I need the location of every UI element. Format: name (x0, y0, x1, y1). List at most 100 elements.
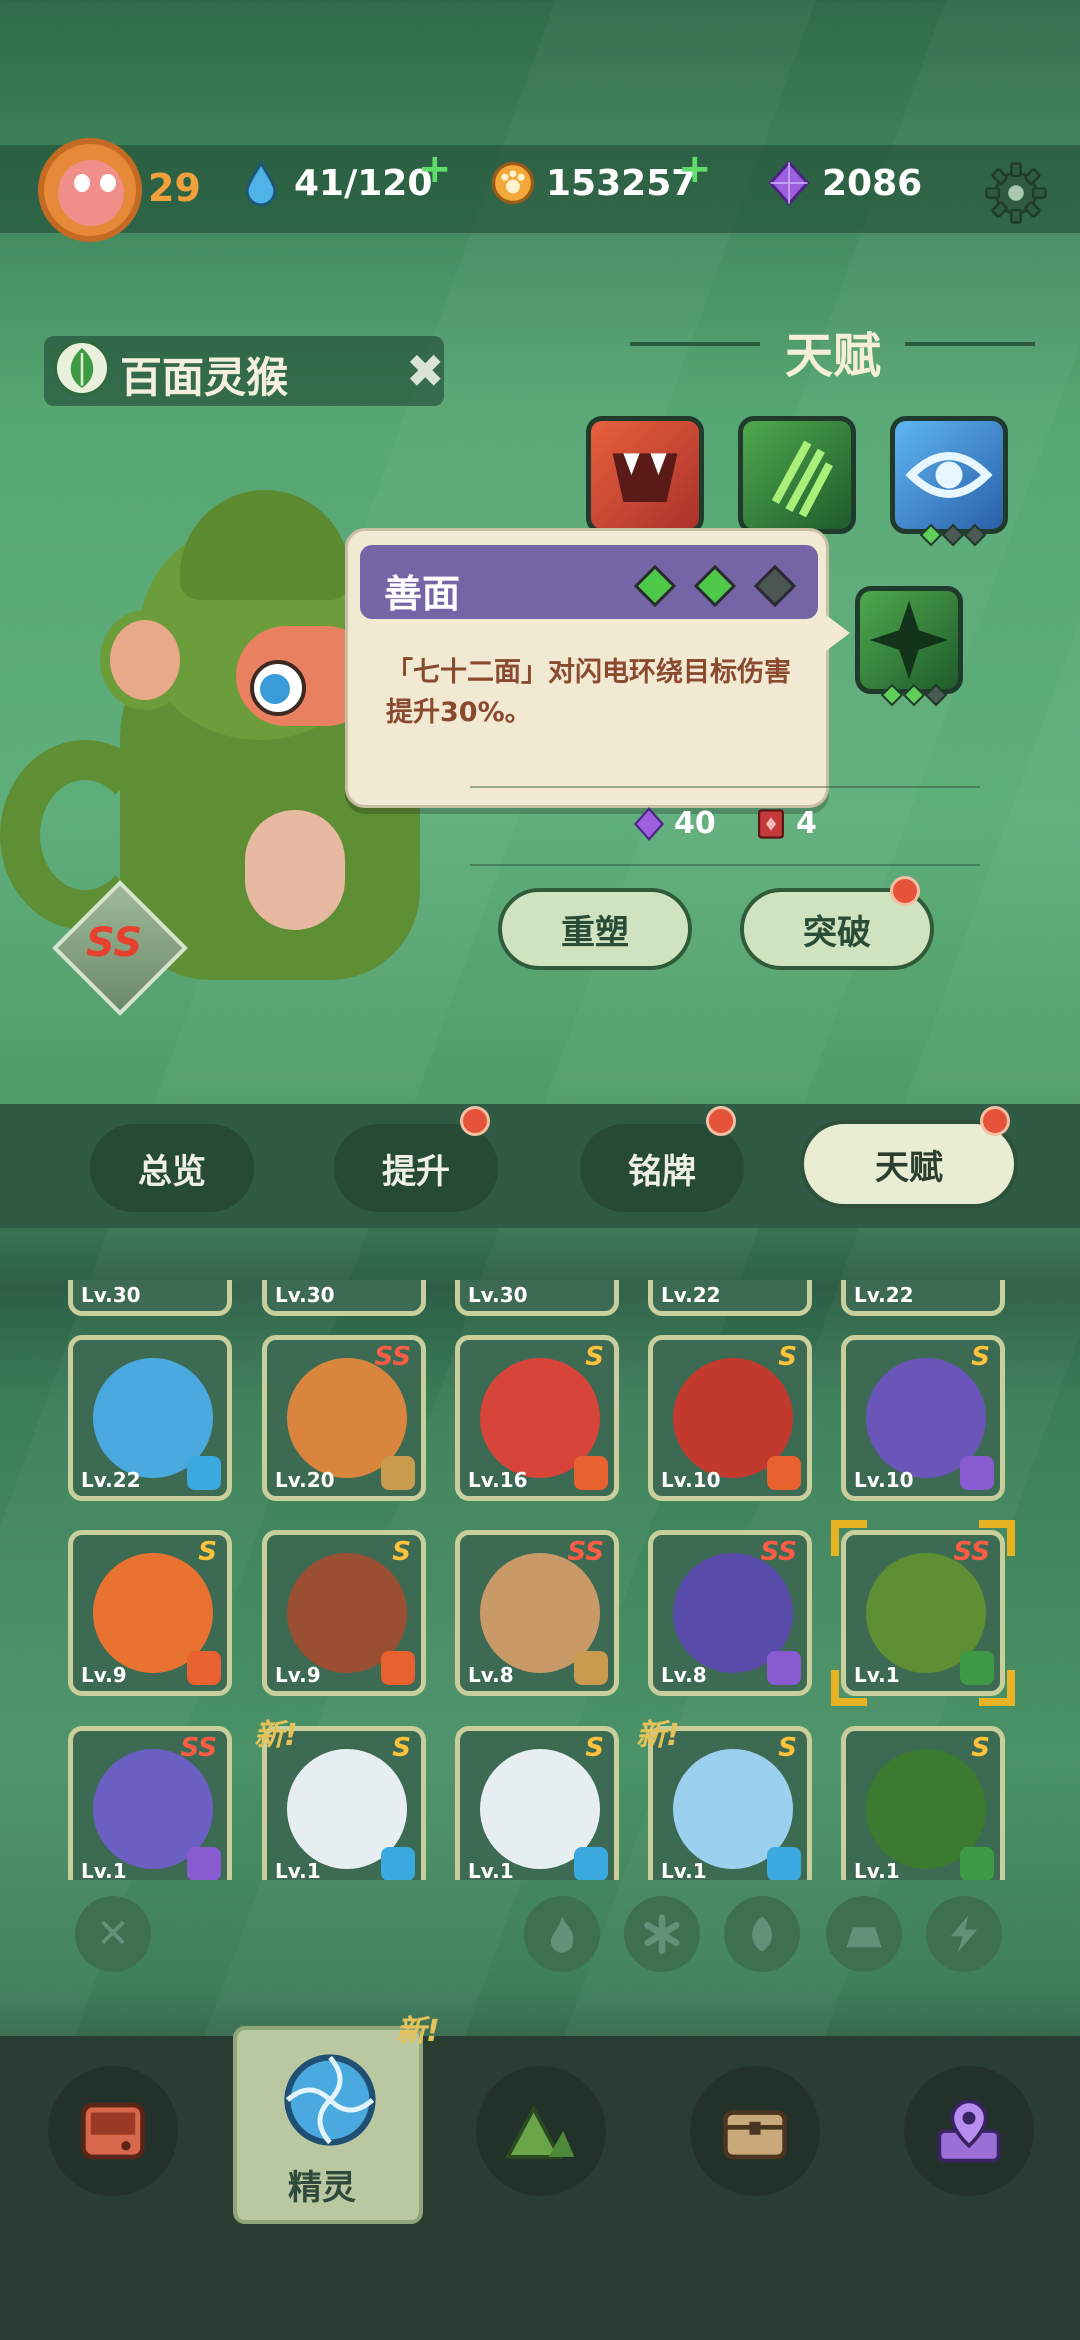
reshape-button[interactable]: 重塑 (498, 888, 692, 970)
purple-gem-icon (633, 806, 665, 841)
settings-gear-icon[interactable] (985, 162, 1047, 224)
card-rank: SS (374, 1342, 411, 1372)
card-level: Lv.10 (661, 1468, 721, 1492)
notification-dot (890, 876, 920, 906)
creature-card[interactable]: S Lv.9 (68, 1530, 232, 1696)
location-pin-icon (937, 2099, 1001, 2163)
divider-top (470, 786, 980, 788)
card-level: Lv.22 (661, 1283, 721, 1307)
selection-corner (831, 1520, 867, 1556)
leaf-element-icon (960, 1847, 994, 1880)
fire-element-icon (187, 1651, 221, 1685)
earth-icon (846, 1927, 882, 1948)
skill-fang-icon[interactable] (586, 416, 704, 534)
filter-thunder-button[interactable] (926, 1896, 1002, 1972)
device-icon (81, 2102, 145, 2160)
add-energy-button[interactable]: + (418, 146, 452, 192)
card-rank: S (971, 1733, 990, 1763)
mountain-icon (504, 2104, 575, 2159)
filter-ice-button[interactable] (624, 1896, 700, 1972)
card-level: Lv.1 (468, 1859, 514, 1880)
skill-spike-icon[interactable] (855, 586, 963, 707)
creature-card[interactable]: Lv.30 (455, 1280, 619, 1316)
fire-element-icon (767, 1456, 801, 1490)
card-rank: SS (760, 1537, 797, 1567)
creature-card[interactable]: Lv.22 (841, 1280, 1005, 1316)
filter-leaf-button[interactable] (724, 1896, 800, 1972)
ice-element-icon (767, 1847, 801, 1880)
card-level: Lv.22 (81, 1468, 141, 1492)
tooltip-title: 善面 (384, 572, 461, 616)
creature-card[interactable]: S Lv.10 (648, 1335, 812, 1501)
creature-card[interactable]: Lv.22 (68, 1335, 232, 1501)
pip-empty (963, 523, 987, 547)
creature-card[interactable]: Lv.22 (648, 1280, 812, 1316)
creature-grid: Lv.30 Lv.30 Lv.30 Lv.22 Lv.22 Lv.22 SS L… (0, 1280, 1080, 1880)
creature-card[interactable]: S Lv.16 (455, 1335, 619, 1501)
card-rank: S (971, 1342, 990, 1372)
ice-element-icon (187, 1456, 221, 1490)
rank-text: SS (86, 920, 143, 966)
card-rank: S (392, 1537, 411, 1567)
purple-gem-icon (768, 160, 810, 206)
monkey-pupil (260, 674, 290, 704)
nav-chest-button[interactable] (690, 2066, 820, 2196)
coin-counter: 153257 (490, 160, 696, 206)
add-coins-button[interactable]: + (678, 146, 712, 192)
clear-filter-button[interactable]: ✕ (75, 1896, 151, 1972)
card-level: Lv.9 (275, 1663, 321, 1687)
tab-upgrade[interactable]: 提升 (334, 1124, 498, 1212)
creature-card[interactable]: S Lv.9 (262, 1530, 426, 1696)
ice-element-icon (574, 1847, 608, 1880)
card-rank: SS (180, 1733, 217, 1763)
cost-gems-value: 40 (674, 806, 716, 841)
thunder-element-icon (960, 1456, 994, 1490)
card-level: Lv.8 (661, 1663, 707, 1687)
creature-card[interactable]: SS Lv.8 (455, 1530, 619, 1696)
pip-filled (919, 523, 943, 547)
card-level: Lv.1 (275, 1859, 321, 1880)
card-level: Lv.10 (854, 1468, 914, 1492)
creature-card[interactable]: Lv.30 (262, 1280, 426, 1316)
earth-element-icon (574, 1651, 608, 1685)
skill-claw-icon[interactable] (738, 416, 856, 534)
creature-card[interactable]: Lv.30 (68, 1280, 232, 1316)
thunder-element-icon (187, 1847, 221, 1880)
nav-location-button[interactable] (904, 2066, 1034, 2196)
skill-eye-icon[interactable] (890, 416, 1008, 547)
divider-bottom (470, 864, 980, 866)
filter-earth-button[interactable] (826, 1896, 902, 1972)
cost-gems: 40 (632, 806, 716, 841)
creature-card[interactable]: SS Lv.8 (648, 1530, 812, 1696)
creature-card[interactable]: S Lv.10 (841, 1335, 1005, 1501)
close-icon[interactable]: ✖ (406, 344, 445, 398)
card-level: Lv.30 (468, 1283, 528, 1307)
tab-overview[interactable]: 总览 (90, 1124, 254, 1212)
nav-spirit-button[interactable] (262, 2040, 392, 2170)
nav-device-button[interactable] (48, 2066, 178, 2196)
ornament-left (630, 342, 760, 346)
nav-spirit-label: 精灵 (288, 2168, 356, 2208)
avatar-eye-right (100, 174, 116, 192)
creature-card[interactable]: SS Lv.1 (68, 1726, 232, 1880)
talent-tooltip: 善面 「七十二面」对闪电环绕目标伤害提升30%。 (345, 528, 850, 808)
creature-card[interactable]: S Lv.1 (841, 1726, 1005, 1880)
card-rank: S (778, 1342, 797, 1372)
card-rank: S (585, 1733, 604, 1763)
monkey-crest (180, 490, 350, 600)
thunder-element-icon (767, 1651, 801, 1685)
nav-map-button[interactable] (476, 2066, 606, 2196)
player-avatar[interactable] (38, 138, 142, 242)
creature-card[interactable]: S Lv.1 (455, 1726, 619, 1880)
fire-element-icon (381, 1651, 415, 1685)
creature-card[interactable]: SS Lv.20 (262, 1335, 426, 1501)
paw-coin-icon (491, 161, 535, 205)
gem-value: 2086 (822, 162, 923, 204)
tab-nameplate[interactable]: 铭牌 (580, 1124, 744, 1212)
card-rank: S (778, 1733, 797, 1763)
selection-corner (979, 1520, 1015, 1556)
leaf-element-icon (54, 340, 110, 396)
card-rank: S (392, 1733, 411, 1763)
monkey-belly (245, 810, 345, 930)
filter-fire-button[interactable] (524, 1896, 600, 1972)
